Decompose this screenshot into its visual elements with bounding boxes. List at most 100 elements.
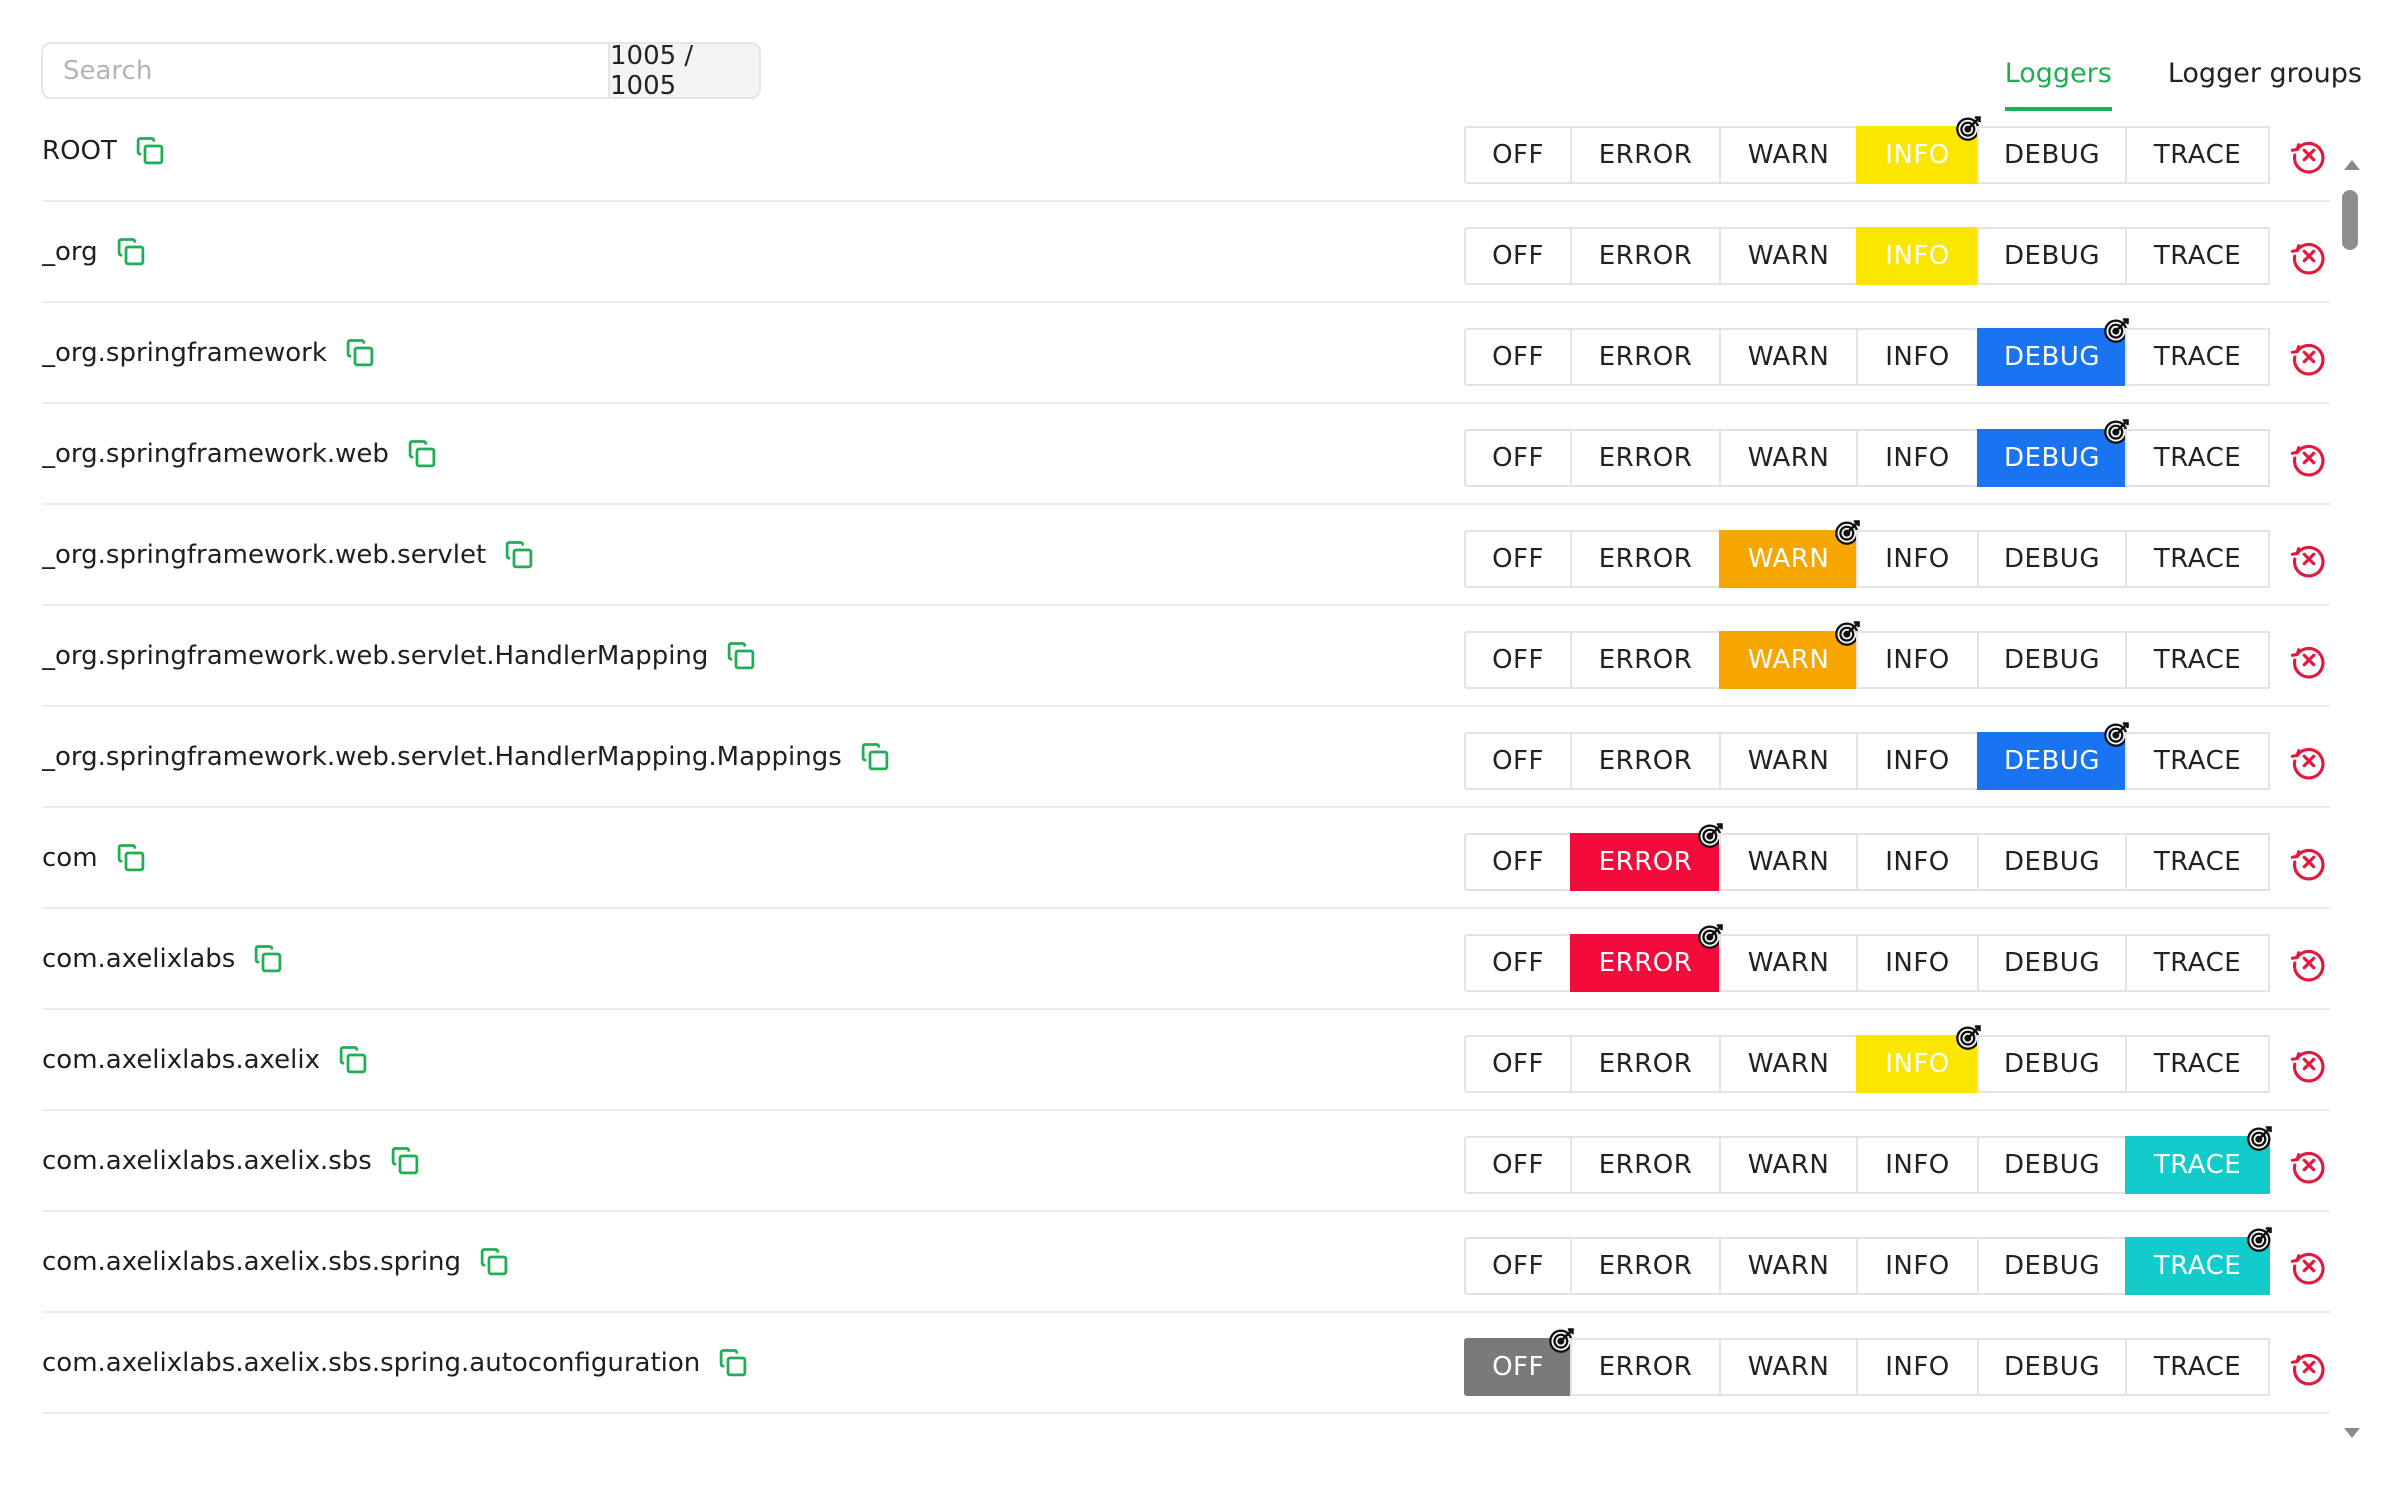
level-button-error[interactable]: ERROR <box>1570 429 1721 487</box>
level-button-info[interactable]: INFO <box>1856 1237 1979 1295</box>
level-button-error[interactable]: ERROR <box>1570 1237 1721 1295</box>
copy-icon[interactable] <box>390 1146 420 1176</box>
reset-icon[interactable] <box>2290 136 2328 174</box>
level-button-info[interactable]: INFO <box>1856 1136 1979 1194</box>
level-button-off[interactable]: OFF <box>1464 126 1572 184</box>
level-button-error[interactable]: ERROR <box>1570 1035 1721 1093</box>
level-button-warn[interactable]: WARN <box>1719 126 1858 184</box>
level-button-info[interactable]: INFO <box>1856 530 1979 588</box>
level-button-debug[interactable]: DEBUG <box>1977 227 2127 285</box>
level-button-debug[interactable]: DEBUG <box>1977 1035 2127 1093</box>
level-button-error[interactable]: ERROR <box>1570 732 1721 790</box>
level-button-trace[interactable]: TRACE <box>2125 429 2270 487</box>
level-button-warn[interactable]: WARN <box>1719 1035 1858 1093</box>
level-button-off[interactable]: OFF <box>1464 1328 1574 1396</box>
level-button-info[interactable]: INFO <box>1856 328 1979 386</box>
level-button-error[interactable]: ERROR <box>1570 328 1721 386</box>
level-button-debug[interactable]: DEBUG <box>1977 419 2129 487</box>
search-input[interactable] <box>43 44 608 97</box>
level-button-trace[interactable]: TRACE <box>2125 631 2270 689</box>
level-button-error[interactable]: ERROR <box>1570 631 1721 689</box>
copy-icon[interactable] <box>116 237 146 267</box>
level-button-off[interactable]: OFF <box>1464 1035 1572 1093</box>
level-button-off[interactable]: OFF <box>1464 1136 1572 1194</box>
level-button-off[interactable]: OFF <box>1464 631 1572 689</box>
reset-icon[interactable] <box>2290 1348 2328 1386</box>
level-button-info[interactable]: INFO <box>1856 429 1979 487</box>
reset-icon[interactable] <box>2290 439 2328 477</box>
level-button-trace[interactable]: TRACE <box>2125 328 2270 386</box>
level-button-trace[interactable]: TRACE <box>2125 530 2270 588</box>
copy-icon[interactable] <box>345 338 375 368</box>
scrollbar[interactable] <box>2340 160 2360 1438</box>
level-button-off[interactable]: OFF <box>1464 429 1572 487</box>
reset-icon[interactable] <box>2290 641 2328 679</box>
level-button-warn[interactable]: WARN <box>1719 934 1858 992</box>
level-button-off[interactable]: OFF <box>1464 1237 1572 1295</box>
reset-icon[interactable] <box>2290 742 2328 780</box>
level-button-warn[interactable]: WARN <box>1719 1338 1858 1396</box>
level-button-debug[interactable]: DEBUG <box>1977 833 2127 891</box>
level-button-trace[interactable]: TRACE <box>2125 1338 2270 1396</box>
level-button-warn[interactable]: WARN <box>1719 429 1858 487</box>
level-button-info[interactable]: INFO <box>1856 116 1981 184</box>
level-button-debug[interactable]: DEBUG <box>1977 1338 2127 1396</box>
level-button-error[interactable]: ERROR <box>1570 126 1721 184</box>
level-button-off[interactable]: OFF <box>1464 227 1572 285</box>
level-button-error[interactable]: ERROR <box>1570 1338 1721 1396</box>
level-button-trace[interactable]: TRACE <box>2125 833 2270 891</box>
level-button-warn[interactable]: WARN <box>1719 520 1860 588</box>
level-button-error[interactable]: ERROR <box>1570 530 1721 588</box>
level-button-debug[interactable]: DEBUG <box>1977 934 2127 992</box>
level-button-info[interactable]: INFO <box>1856 1338 1979 1396</box>
copy-icon[interactable] <box>860 742 890 772</box>
level-button-warn[interactable]: WARN <box>1719 621 1860 689</box>
reset-icon[interactable] <box>2290 843 2328 881</box>
level-button-warn[interactable]: WARN <box>1719 732 1858 790</box>
level-button-info[interactable]: INFO <box>1856 934 1979 992</box>
level-button-trace[interactable]: TRACE <box>2125 732 2270 790</box>
copy-icon[interactable] <box>726 641 756 671</box>
level-button-warn[interactable]: WARN <box>1719 1237 1858 1295</box>
reset-icon[interactable] <box>2290 944 2328 982</box>
level-button-trace[interactable]: TRACE <box>2125 227 2270 285</box>
copy-icon[interactable] <box>504 540 534 570</box>
reset-icon[interactable] <box>2290 237 2328 275</box>
level-button-info[interactable]: INFO <box>1856 732 1979 790</box>
level-button-debug[interactable]: DEBUG <box>1977 318 2129 386</box>
copy-icon[interactable] <box>116 843 146 873</box>
level-button-warn[interactable]: WARN <box>1719 833 1858 891</box>
level-button-debug[interactable]: DEBUG <box>1977 722 2129 790</box>
level-button-debug[interactable]: DEBUG <box>1977 1136 2127 1194</box>
level-button-off[interactable]: OFF <box>1464 833 1572 891</box>
level-button-off[interactable]: OFF <box>1464 732 1572 790</box>
level-button-off[interactable]: OFF <box>1464 328 1572 386</box>
level-button-debug[interactable]: DEBUG <box>1977 631 2127 689</box>
level-button-off[interactable]: OFF <box>1464 934 1572 992</box>
scroll-down-arrow-icon[interactable] <box>2344 1428 2360 1438</box>
copy-icon[interactable] <box>407 439 437 469</box>
level-button-trace[interactable]: TRACE <box>2125 126 2270 184</box>
level-button-debug[interactable]: DEBUG <box>1977 530 2127 588</box>
reset-icon[interactable] <box>2290 1146 2328 1184</box>
reset-icon[interactable] <box>2290 1045 2328 1083</box>
level-button-error[interactable]: ERROR <box>1570 924 1723 992</box>
level-button-error[interactable]: ERROR <box>1570 227 1721 285</box>
level-button-trace[interactable]: TRACE <box>2125 1227 2272 1295</box>
level-button-trace[interactable]: TRACE <box>2125 934 2270 992</box>
level-button-warn[interactable]: WARN <box>1719 328 1858 386</box>
level-button-info[interactable]: INFO <box>1856 227 1979 285</box>
level-button-info[interactable]: INFO <box>1856 1025 1981 1093</box>
level-button-trace[interactable]: TRACE <box>2125 1035 2270 1093</box>
level-button-debug[interactable]: DEBUG <box>1977 126 2127 184</box>
copy-icon[interactable] <box>253 944 283 974</box>
copy-icon[interactable] <box>338 1045 368 1075</box>
scroll-up-arrow-icon[interactable] <box>2344 160 2360 170</box>
reset-icon[interactable] <box>2290 338 2328 376</box>
level-button-debug[interactable]: DEBUG <box>1977 1237 2127 1295</box>
reset-icon[interactable] <box>2290 1247 2328 1285</box>
copy-icon[interactable] <box>479 1247 509 1277</box>
level-button-trace[interactable]: TRACE <box>2125 1126 2272 1194</box>
level-button-warn[interactable]: WARN <box>1719 227 1858 285</box>
level-button-info[interactable]: INFO <box>1856 833 1979 891</box>
